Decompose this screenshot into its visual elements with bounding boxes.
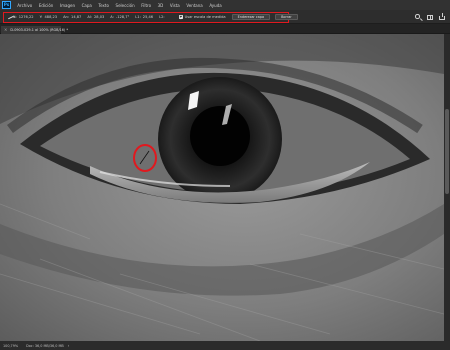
x-value: 1276,22: [18, 15, 34, 19]
clear-button[interactable]: Borrar: [275, 14, 298, 20]
y-value: 488,23: [44, 15, 58, 19]
use-scale-checkbox[interactable]: [178, 15, 183, 19]
al-value: 28,03: [94, 15, 105, 19]
use-scale-label: Usar escala de medida: [184, 15, 226, 19]
menu-vista[interactable]: Vista: [167, 3, 183, 8]
angle-field: A: -128,7°: [110, 15, 129, 19]
document-tab[interactable]: × D-0903-029-1 al 100% (RGB/16) *: [1, 25, 68, 34]
menu-ventana[interactable]: Ventana: [183, 3, 206, 8]
vertical-scrollbar[interactable]: [444, 34, 450, 341]
share-icon[interactable]: [438, 12, 446, 21]
eye-photo: [0, 34, 444, 341]
zoom-level[interactable]: 100,79%: [3, 344, 18, 348]
menu-edicion[interactable]: Edición: [36, 3, 57, 8]
menu-archivo[interactable]: Archivo: [14, 3, 36, 8]
angle-value: -128,7°: [115, 15, 130, 19]
an-label: An:: [63, 15, 70, 19]
status-menu-arrow[interactable]: ›: [68, 343, 70, 348]
scrollbar-thumb[interactable]: [445, 109, 449, 194]
l2-field: L2:: [159, 15, 167, 19]
width-field: An: 14,87: [63, 15, 81, 19]
document-size: Doc: 36,0 MB/36,0 MB: [26, 343, 64, 348]
menu-capa[interactable]: Capa: [78, 3, 95, 8]
menu-seleccion[interactable]: Selección: [112, 3, 138, 8]
l1-label: L1:: [135, 15, 141, 19]
straighten-layer-button[interactable]: Enderezar capa: [231, 14, 271, 20]
status-bar: 100,79% Doc: 36,0 MB/36,0 MB ›: [0, 341, 450, 350]
options-bar: X: 1276,22 Y: 488,23 An: 14,87 Al: 28,03…: [0, 10, 450, 24]
options-right-icons: [410, 12, 446, 22]
use-scale-field: Usar escala de medida: [178, 15, 226, 19]
x-field: X: 1276,22: [13, 15, 34, 19]
l1-value: 25,46: [142, 15, 154, 19]
al-label: Al:: [87, 15, 92, 19]
y-field: Y: 488,23: [40, 15, 58, 19]
angle-label: A:: [110, 15, 114, 19]
menu-bar: Ps Archivo Edición Imagen Capa Texto Sel…: [0, 0, 450, 10]
canvas-area[interactable]: [0, 34, 444, 341]
menu-imagen[interactable]: Imagen: [57, 3, 79, 8]
menu-ayuda[interactable]: Ayuda: [206, 3, 225, 8]
l2-label: L2:: [159, 15, 165, 19]
document-tab-bar: × D-0903-029-1 al 100% (RGB/16) *: [0, 24, 450, 34]
l1-field: L1: 25,46: [135, 15, 153, 19]
y-label: Y:: [39, 15, 43, 19]
menu-filtro[interactable]: Filtro: [138, 3, 154, 8]
photoshop-logo-icon[interactable]: Ps: [2, 1, 11, 9]
search-icon[interactable]: [414, 13, 422, 21]
document-tab-title: D-0903-029-1 al 100% (RGB/16) *: [10, 27, 69, 32]
close-icon[interactable]: ×: [4, 27, 7, 32]
menu-texto[interactable]: Texto: [95, 3, 112, 8]
height-field: Al: 28,03: [87, 15, 104, 19]
workspace-icon[interactable]: [426, 13, 434, 21]
ruler-options-highlight: X: 1276,22 Y: 488,23 An: 14,87 Al: 28,03…: [3, 11, 298, 23]
menu-3d[interactable]: 3D: [154, 3, 166, 8]
an-value: 14,87: [71, 15, 82, 19]
